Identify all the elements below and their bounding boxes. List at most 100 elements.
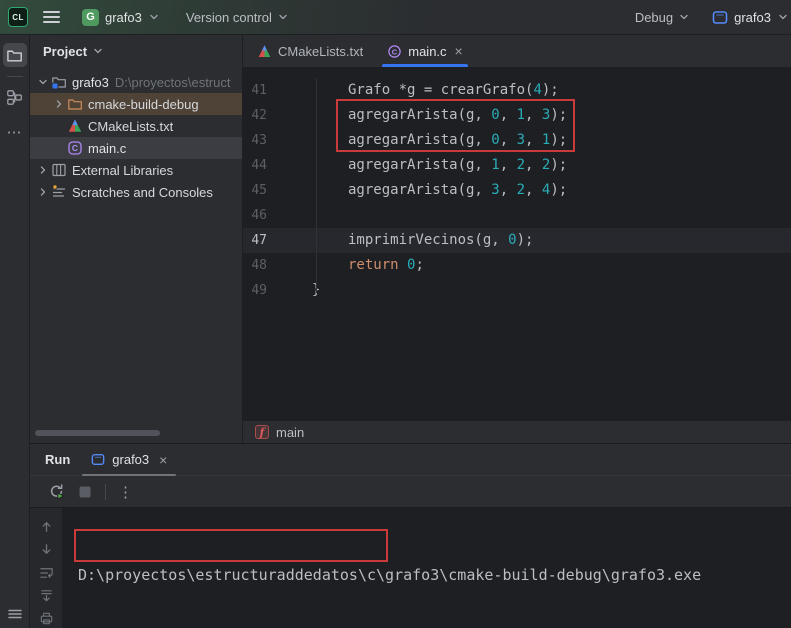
tree-item-label: Scratches and Consoles [72,185,213,200]
c-class-icon: C [387,44,402,59]
structure-toolwindow-button[interactable] [3,85,27,109]
print-icon[interactable] [39,611,54,626]
svg-text:C: C [392,47,398,56]
editor-tab-bar: CMakeLists.txt C main.c × [243,35,791,68]
folder-icon [67,96,83,112]
prev-occurrence-icon[interactable] [39,519,54,534]
tree-item-cmake-build-debug[interactable]: cmake-build-debug [30,93,242,115]
soft-wrap-icon[interactable] [39,565,54,580]
console-output[interactable]: D:\proyectos\estructuraddedatos\c\grafo3… [62,508,791,628]
code-line-43[interactable]: 43 agregarArista(g, 0, 3, 1); [243,128,791,153]
tree-item-label: grafo3 [72,75,109,90]
next-occurrence-icon[interactable] [39,542,54,557]
layout-settings-icon[interactable] [0,607,30,621]
run-console[interactable]: D:\proyectos\estructuraddedatos\c\grafo3… [30,508,791,628]
tree-item-external-libraries[interactable]: External Libraries [30,159,242,181]
more-toolwindows-icon[interactable]: ⋯ [7,123,23,141]
indent-guide [316,78,317,293]
code-line-49[interactable]: 49 } [243,278,791,303]
tree-item-label: External Libraries [72,163,173,178]
line-number: 45 [243,178,280,203]
horizontal-scrollbar-thumb[interactable] [35,430,160,436]
clion-logo[interactable]: CL [8,7,28,27]
run-configuration-selector[interactable]: grafo3 [712,10,789,25]
chevron-down-icon [92,45,104,57]
line-number: 48 [243,253,280,278]
line-number: 42 [243,103,280,128]
version-control-widget[interactable]: Version control [186,10,289,25]
console-line-path: D:\proyectos\estructuraddedatos\c\grafo3… [78,563,791,587]
tree-item-scratches[interactable]: Scratches and Consoles [30,181,242,203]
svg-text:C: C [72,143,78,153]
rail-divider [7,76,23,77]
tab-main-c[interactable]: C main.c × [375,35,474,67]
project-panel: Project grafo3 D:\proyectos\estruct cmak… [30,35,243,443]
rerun-icon[interactable] [48,483,65,500]
main-menu-icon[interactable] [43,11,60,23]
toolwindow-rail: ⋯ [0,35,30,628]
tree-item-project-root[interactable]: grafo3 D:\proyectos\estruct [30,71,242,93]
structure-icon [6,89,23,106]
line-number: 46 [243,203,280,228]
code-line-42[interactable]: 42 agregarArista(g, 0, 1, 3); [243,103,791,128]
project-widget[interactable]: G grafo3 [82,9,160,26]
run-tab-grafo3[interactable]: grafo3 × [82,444,176,475]
stop-icon[interactable] [77,484,93,500]
close-tab-icon[interactable]: × [455,44,463,58]
tab-label: main.c [408,44,446,59]
tree-item-cmakelists[interactable]: CMakeLists.txt [30,115,242,137]
toolbar-divider [105,484,106,500]
tree-item-label: cmake-build-debug [88,97,199,112]
project-panel-title: Project [43,44,87,59]
line-number: 44 [243,153,280,178]
line-number: 41 [243,78,280,103]
code-line-48[interactable]: 48 return 0; [243,253,791,278]
line-number: 43 [243,128,280,153]
code-editor[interactable]: 41 Grafo *g = crearGrafo(4); 42 agregarA… [243,68,791,420]
chevron-down-icon [777,11,789,23]
run-toolwindow-title: Run [45,452,70,467]
run-toolbar: ⋮ [30,476,791,508]
project-avatar: G [82,9,99,26]
libraries-icon [51,162,67,178]
run-toolwindow-header: Run grafo3 × [30,444,791,476]
scroll-to-end-icon[interactable] [39,588,54,603]
more-options-icon[interactable]: ⋮ [118,483,133,501]
tree-item-label: main.c [88,141,126,156]
scratches-icon [51,184,67,200]
app-window-icon [712,10,728,25]
build-type-selector[interactable]: Debug [635,10,690,25]
project-panel-header[interactable]: Project [30,35,242,67]
chevron-down-icon [148,11,160,23]
build-type-label: Debug [635,10,673,25]
code-line-46[interactable]: 46 [243,203,791,228]
tab-cmakelists[interactable]: CMakeLists.txt [245,35,375,67]
version-control-label: Version control [186,10,272,25]
project-folder-icon [51,74,67,90]
console-toolbar [30,508,62,628]
code-line-45[interactable]: 45 agregarArista(g, 3, 2, 4); [243,178,791,203]
folder-icon [6,47,23,64]
run-configuration-name: grafo3 [734,10,771,25]
code-line-41[interactable]: 41 Grafo *g = crearGrafo(4); [243,78,791,103]
tab-label: CMakeLists.txt [278,44,363,59]
tree-item-label: CMakeLists.txt [88,119,173,134]
cmake-icon [67,118,83,134]
tree-item-path: D:\proyectos\estruct [115,75,231,90]
function-icon: f [255,425,269,439]
chevron-down-icon [678,11,690,23]
chevron-right-icon [53,98,65,110]
project-toolwindow-button[interactable] [3,43,27,67]
breadcrumb-item-main[interactable]: main [276,425,304,440]
close-run-tab-icon[interactable]: × [159,452,167,468]
chevron-down-icon [37,76,49,88]
main-toolbar: CL G grafo3 Version control Debug grafo3 [0,0,791,35]
c-file-icon: C [67,140,83,156]
code-line-44[interactable]: 44 agregarArista(g, 1, 2, 2); [243,153,791,178]
tree-item-main-c[interactable]: C main.c [30,137,242,159]
project-name: grafo3 [105,10,142,25]
run-tab-label: grafo3 [112,452,149,467]
editor-area: CMakeLists.txt C main.c × 41 Grafo *g = … [243,35,791,443]
code-line-47-current[interactable]: 47 imprimirVecinos(g, 0); [243,228,791,253]
line-number: 47 [243,228,280,253]
